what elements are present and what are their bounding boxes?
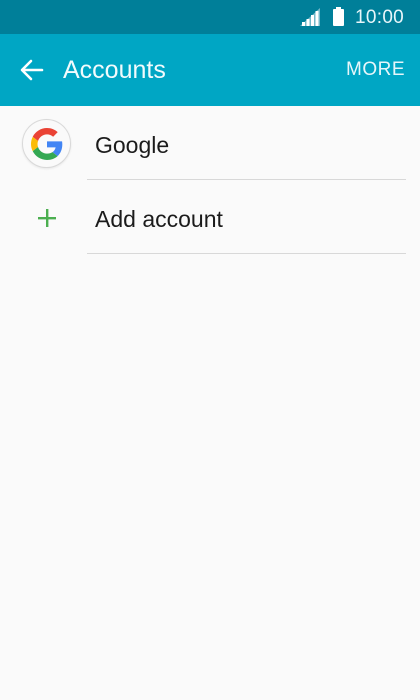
account-item-google[interactable]: Google [0, 106, 420, 180]
google-logo-icon [30, 127, 62, 160]
more-button[interactable]: MORE [346, 59, 405, 81]
google-avatar [22, 119, 71, 168]
app-bar: Accounts MORE [0, 34, 420, 106]
add-account-button[interactable]: Add account [0, 180, 420, 254]
plus-icon-wrap [22, 193, 71, 242]
back-button[interactable] [10, 48, 54, 92]
divider [87, 253, 406, 254]
add-account-label: Add account [95, 206, 223, 232]
accounts-list: Google Add account [0, 106, 420, 254]
page-title: Accounts [63, 56, 166, 84]
status-time: 10:00 [355, 7, 405, 28]
google-avatar-wrap [22, 119, 71, 168]
account-label-google: Google [95, 132, 170, 158]
battery-icon [333, 7, 344, 26]
status-bar: 10:00 [0, 0, 420, 34]
arrow-left-icon [20, 59, 44, 81]
signal-icon [300, 8, 320, 26]
plus-icon [37, 208, 56, 227]
